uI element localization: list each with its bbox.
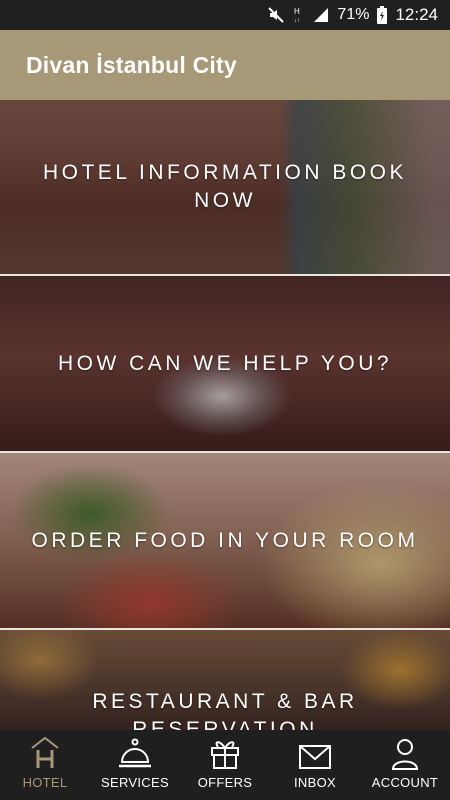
status-bar: H ↓↑ 71% 12:24 — [0, 0, 450, 30]
card-order-food[interactable]: ORDER FOOD IN YOUR ROOM — [0, 453, 450, 628]
nav-label: SERVICES — [101, 775, 169, 790]
nav-label: HOTEL — [22, 775, 68, 790]
svg-text:H: H — [294, 7, 300, 16]
card-label: HOW CAN WE HELP YOU? — [57, 351, 393, 375]
bell-icon — [119, 738, 151, 768]
nav-label: ACCOUNT — [371, 775, 439, 790]
mute-icon — [267, 6, 285, 24]
gift-icon — [211, 741, 239, 769]
network-type-icon: H ↓↑ — [293, 6, 305, 24]
bottom-navigation: HOTEL SERVICES OFFERS INBOX ACCOUNT — [0, 730, 450, 800]
hotel-icon — [31, 736, 59, 768]
card-restaurant-bar[interactable]: RESTAURANT & BAR RESERVATION — [0, 630, 450, 730]
nav-label: OFFERS — [197, 775, 253, 790]
nav-hotel[interactable]: HOTEL — [0, 730, 90, 800]
svg-text:↓↑: ↓↑ — [294, 18, 300, 24]
nav-account[interactable]: ACCOUNT — [360, 730, 450, 800]
nav-label: INBOX — [294, 775, 336, 790]
battery-percent: 71% — [337, 6, 370, 23]
card-help[interactable]: HOW CAN WE HELP YOU? — [0, 276, 450, 451]
menu-cards: HOTEL INFORMATION BOOK NOW HOW CAN WE HE… — [0, 100, 450, 730]
nav-offers[interactable]: OFFERS — [180, 730, 270, 800]
clock: 12:24 — [395, 5, 438, 24]
card-label: HOTEL INFORMATION BOOK NOW — [42, 161, 408, 212]
app-title: Divan İstanbul City — [26, 51, 237, 78]
person-icon — [391, 739, 419, 770]
app-bar: Divan İstanbul City — [0, 30, 450, 100]
envelope-icon — [299, 745, 331, 769]
card-label: RESTAURANT & BAR RESERVATION — [92, 690, 358, 730]
nav-inbox[interactable]: INBOX — [270, 730, 360, 800]
nav-services[interactable]: SERVICES — [90, 730, 180, 800]
signal-icon — [313, 7, 329, 23]
card-hotel-information[interactable]: HOTEL INFORMATION BOOK NOW — [0, 100, 450, 274]
battery-icon — [377, 6, 388, 24]
card-label: ORDER FOOD IN YOUR ROOM — [31, 528, 419, 552]
